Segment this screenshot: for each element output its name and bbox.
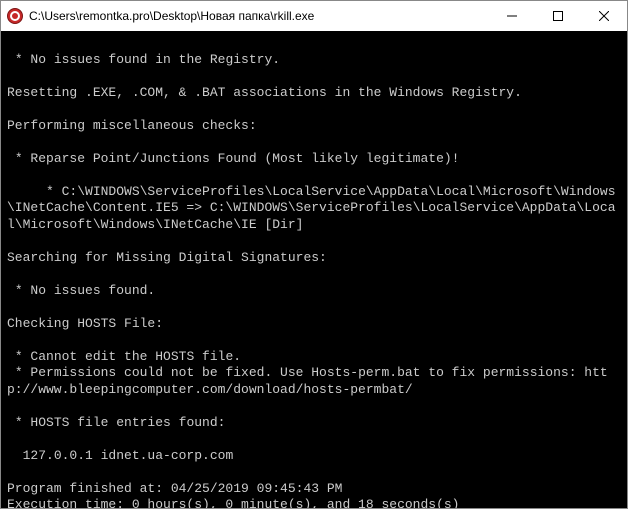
minimize-button[interactable] bbox=[489, 1, 535, 31]
app-window: C:\Users\remontka.pro\Desktop\Новая папк… bbox=[0, 0, 628, 509]
console-output[interactable]: * No issues found in the Registry. Reset… bbox=[1, 31, 627, 508]
close-button[interactable] bbox=[581, 1, 627, 31]
window-title: C:\Users\remontka.pro\Desktop\Новая папк… bbox=[29, 9, 489, 23]
titlebar[interactable]: C:\Users\remontka.pro\Desktop\Новая папк… bbox=[1, 1, 627, 31]
maximize-button[interactable] bbox=[535, 1, 581, 31]
app-icon bbox=[7, 8, 23, 24]
window-controls bbox=[489, 1, 627, 31]
